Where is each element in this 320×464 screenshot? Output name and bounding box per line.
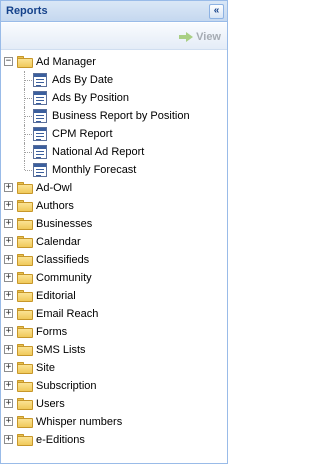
report-icon: [33, 91, 47, 105]
folder-icon: [17, 182, 33, 194]
tree-folder[interactable]: + SMS Lists: [1, 341, 227, 359]
tree-folder[interactable]: + Editorial: [1, 287, 227, 305]
folder-icon: [17, 308, 33, 320]
expand-toggle-icon[interactable]: +: [4, 435, 13, 444]
expand-toggle-icon[interactable]: +: [4, 255, 13, 264]
tree-folder-ad-manager[interactable]: − Ad Manager: [1, 53, 227, 71]
folder-icon: [17, 236, 33, 248]
expand-toggle-icon[interactable]: +: [4, 363, 13, 372]
tree-folder-label: Subscription: [36, 380, 97, 392]
reports-panel: Reports « View − Ad Manager Ads By Date A…: [0, 0, 228, 464]
tree-guide-line: [25, 116, 32, 117]
tree-report-item[interactable]: National Ad Report: [1, 143, 227, 161]
collapse-panel-icon[interactable]: «: [209, 4, 224, 19]
folder-icon: [17, 416, 33, 428]
tree-folder[interactable]: + Site: [1, 359, 227, 377]
tree-guide-line: [25, 170, 32, 171]
tree-folder[interactable]: + Businesses: [1, 215, 227, 233]
expand-toggle-icon[interactable]: +: [4, 417, 13, 426]
tree-report-item[interactable]: Ads By Position: [1, 89, 227, 107]
folder-open-icon: [17, 56, 33, 68]
tree-folder[interactable]: + Forms: [1, 323, 227, 341]
view-button-label: View: [196, 30, 221, 43]
report-icon: [33, 109, 47, 123]
tree-folder[interactable]: + Classifieds: [1, 251, 227, 269]
report-icon: [33, 73, 47, 87]
tree-folder-label: Users: [36, 398, 65, 410]
report-icon: [33, 163, 47, 177]
folder-icon: [17, 290, 33, 302]
tree-guide-line: [25, 98, 32, 99]
expand-toggle-icon[interactable]: +: [4, 345, 13, 354]
tree-folder[interactable]: + Users: [1, 395, 227, 413]
folder-icon: [17, 254, 33, 266]
expand-toggle-icon[interactable]: +: [4, 291, 13, 300]
folder-icon: [17, 398, 33, 410]
tree-report-label: CPM Report: [52, 128, 113, 140]
tree-folder-label: Editorial: [36, 290, 76, 302]
expand-toggle-icon[interactable]: +: [4, 327, 13, 336]
report-icon: [33, 145, 47, 159]
tree-folder[interactable]: + Calendar: [1, 233, 227, 251]
tree-folder[interactable]: + e-Editions: [1, 431, 227, 449]
tree-guide-line: [25, 152, 32, 153]
tree-folder[interactable]: + Ad-Owl: [1, 179, 227, 197]
tree-folder-label: Site: [36, 362, 55, 374]
tree-report-item[interactable]: Business Report by Position: [1, 107, 227, 125]
tree-folder-label: Classifieds: [36, 254, 90, 266]
tree-folder-label: Forms: [36, 326, 68, 338]
expand-toggle-icon[interactable]: +: [4, 309, 13, 318]
folder-icon: [17, 344, 33, 356]
tree-guide-line: [25, 134, 32, 135]
folder-icon: [17, 434, 33, 446]
tree-guide-line: [25, 80, 32, 81]
tree-guide-line: [24, 161, 25, 170]
report-icon: [33, 127, 47, 141]
tree-folder[interactable]: + Community: [1, 269, 227, 287]
tree-folder-label: Ad Manager: [36, 56, 96, 68]
tree-report-label: National Ad Report: [52, 146, 145, 158]
tree-folder-label: Authors: [36, 200, 74, 212]
expand-toggle-icon[interactable]: +: [4, 219, 13, 228]
collapse-toggle-icon[interactable]: −: [4, 57, 13, 66]
tree-folder-label: Ad-Owl: [36, 182, 73, 194]
tree-folder-label: e-Editions: [36, 434, 85, 446]
expand-toggle-icon[interactable]: +: [4, 183, 13, 192]
tree-folder[interactable]: + Subscription: [1, 377, 227, 395]
expand-toggle-icon[interactable]: +: [4, 381, 13, 390]
view-button[interactable]: View: [179, 29, 221, 44]
tree-report-label: Ads By Date: [52, 74, 114, 86]
tree-folder-label: Businesses: [36, 218, 93, 230]
tree-folder-label: Calendar: [36, 236, 81, 248]
tree-folder[interactable]: + Authors: [1, 197, 227, 215]
arrow-right-icon: [179, 31, 194, 42]
folder-icon: [17, 200, 33, 212]
folder-icon: [17, 380, 33, 392]
expand-toggle-icon[interactable]: +: [4, 399, 13, 408]
expand-toggle-icon[interactable]: +: [4, 237, 13, 246]
folder-icon: [17, 272, 33, 284]
panel-header: Reports «: [1, 1, 227, 22]
report-tree: − Ad Manager Ads By Date Ads By Position B…: [1, 53, 227, 449]
expand-toggle-icon[interactable]: +: [4, 201, 13, 210]
tree-report-label: Business Report by Position: [52, 110, 190, 122]
tree-folder-label: Email Reach: [36, 308, 99, 320]
tree-folder-label: Whisper numbers: [36, 416, 123, 428]
panel-toolbar: View: [1, 23, 227, 50]
tree-report-item[interactable]: Ads By Date: [1, 71, 227, 89]
expand-toggle-icon[interactable]: +: [4, 273, 13, 282]
tree-report-label: Ads By Position: [52, 92, 130, 104]
panel-title: Reports: [6, 5, 48, 17]
folder-icon: [17, 362, 33, 374]
tree-folder-label: Community: [36, 272, 92, 284]
folder-icon: [17, 218, 33, 230]
tree-report-item[interactable]: Monthly Forecast: [1, 161, 227, 179]
tree-report-item[interactable]: CPM Report: [1, 125, 227, 143]
tree-folder[interactable]: + Whisper numbers: [1, 413, 227, 431]
tree-folder-label: SMS Lists: [36, 344, 86, 356]
tree-report-label: Monthly Forecast: [52, 164, 137, 176]
tree-folder[interactable]: + Email Reach: [1, 305, 227, 323]
folder-icon: [17, 326, 33, 338]
